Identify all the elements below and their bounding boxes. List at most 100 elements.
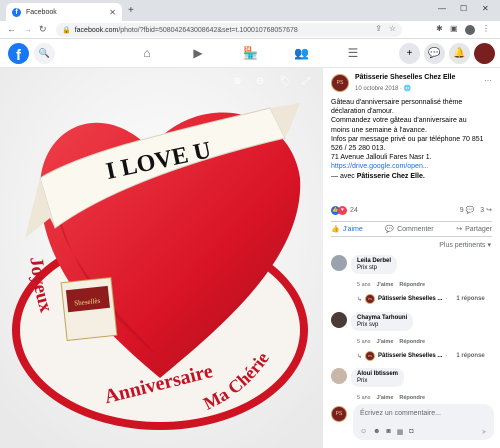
groups-icon[interactable]: 👥 (294, 46, 309, 60)
with-page-link[interactable]: Pâtisserie Chez Elle. (357, 173, 425, 180)
menu-icon[interactable]: ☰ (346, 46, 360, 60)
composer-avatar[interactable]: PS (331, 406, 347, 422)
browser-menu-icon[interactable]: ⋮ (482, 24, 490, 33)
maximize-button[interactable]: ☐ (460, 4, 467, 13)
comment-reply-link[interactable]: Répondre (399, 339, 425, 345)
reply-preview[interactable]: ↳ PS Pâtisserie Sheselles ... · 1 répons… (357, 294, 485, 304)
minimize-button[interactable]: — (438, 4, 446, 13)
profile-avatar-icon[interactable] (474, 43, 495, 64)
share-icon: ↪ (456, 226, 463, 233)
tab-close-icon[interactable]: ✕ (109, 8, 116, 17)
profile-avatar[interactable] (465, 25, 475, 35)
comment-placeholder: Écrivez un commentaire... (360, 410, 441, 417)
browser-tab[interactable]: f Facebook ✕ (6, 3, 122, 21)
composer-tools: ☺ ☻ ◙ ▦ ◘ (360, 428, 414, 436)
create-plus-icon[interactable]: + (399, 43, 420, 64)
messenger-icon[interactable]: 💬 (424, 43, 445, 64)
browser-tab-strip: f Facebook ✕ + — ☐ ✕ (0, 0, 500, 21)
fullscreen-icon[interactable]: ⤢ (302, 76, 310, 87)
url-path: /photo/?fbid=508042643008642&set=t.10001… (118, 26, 298, 34)
close-window-button[interactable]: ✕ (482, 4, 489, 13)
new-tab-button[interactable]: + (128, 5, 134, 16)
globe-icon: 🌐 (403, 86, 412, 92)
zoom-in-icon[interactable]: ⊕ (233, 76, 241, 87)
home-icon[interactable]: ⌂ (140, 46, 154, 60)
comment-count-icon: 💬 (465, 207, 475, 214)
comment-button[interactable]: 💬 Commenter (385, 225, 433, 234)
page-avatar[interactable]: PS (331, 74, 349, 92)
post-panel: PS Pâtisserie Sheselles Chez Elle 10 oct… (323, 68, 500, 448)
post-line: Gâteau d'anniversaire personnalisé thème (331, 99, 463, 106)
comment-like-link[interactable]: J'aime (376, 339, 393, 345)
commenter-avatar[interactable] (331, 255, 347, 271)
reply-count: 1 réponse (456, 296, 485, 302)
share-count[interactable]: 3 ↪ (480, 206, 492, 214)
comment-meta: 5 ans J'aime Répondre (357, 339, 425, 345)
comment-count[interactable]: 9 💬 (460, 206, 475, 214)
commenter-avatar[interactable] (331, 312, 347, 328)
reply-author: Pâtisserie Sheselles ... (378, 296, 443, 302)
reply-count: 1 réponse (456, 353, 485, 359)
comment-text: Prix stp (357, 265, 378, 271)
comment-text: Prix (357, 378, 368, 384)
back-arrow-icon[interactable]: ← (7, 24, 16, 34)
video-icon[interactable]: ▶ (191, 46, 205, 60)
comment-like-link[interactable]: J'aime (376, 395, 393, 401)
sticker-icon[interactable]: ☺ (360, 428, 367, 436)
reload-icon[interactable]: ↻ (39, 24, 47, 35)
extensions-icon[interactable]: ✱ (436, 24, 443, 33)
reply-arrow-icon: ↳ (357, 296, 363, 303)
search-icon[interactable]: 🔍 (34, 43, 55, 64)
reply-author: Pâtisserie Sheselles ... (378, 353, 443, 359)
emoji-icon[interactable]: ☻ (373, 428, 380, 436)
page-name[interactable]: Pâtisserie Sheselles Chez Elle (355, 74, 455, 81)
comment-input[interactable]: Écrivez un commentaire... ☺ ☻ ◙ ▦ ◘ ➤ (353, 404, 494, 440)
camera-icon[interactable]: ◙ (387, 428, 391, 436)
comment-time[interactable]: 5 ans (357, 339, 370, 345)
more-options-icon[interactable]: ··· (484, 76, 492, 85)
comment-text: Prix svp (357, 322, 379, 328)
comment-time[interactable]: 5 ans (357, 282, 370, 288)
commenter-name[interactable]: Aloui Ibtissem (357, 371, 398, 377)
comment-reply-link[interactable]: Répondre (399, 395, 425, 401)
lock-icon[interactable]: 🔒 (62, 26, 71, 34)
tag-icon[interactable]: 🏷 (279, 76, 292, 87)
reply-preview[interactable]: ↳ PS Pâtisserie Sheselles ... · 1 répons… (357, 351, 485, 361)
side-panel-icon[interactable]: ▣ (450, 24, 458, 33)
browser-toolbar: ← → ↻ 🔒 facebook.com/photo/?fbid=5080426… (0, 21, 500, 39)
share-page-icon[interactable]: ⇪ (375, 24, 382, 33)
commenter-name[interactable]: Leila Derbel (357, 258, 391, 264)
tab-title: Facebook (26, 8, 57, 16)
comment-sort-dropdown[interactable]: Plus pertinents ▾ (439, 241, 491, 249)
avatar-sticker-icon[interactable]: ◘ (409, 428, 413, 436)
address-bar[interactable]: 🔒 facebook.com/photo/?fbid=5080426430086… (56, 23, 402, 37)
commenter-name[interactable]: Chayma Tarhouni (357, 315, 407, 321)
reactions-summary[interactable]: 👍 ♥ 24 (331, 205, 358, 215)
reply-dot: · (445, 353, 448, 359)
comment-bubble: Aloui Ibtissem Prix (351, 368, 405, 387)
photo-viewer[interactable]: I LOVE U Shesellès Joyeux Anniversaire M… (0, 68, 323, 448)
reply-avatar: PS (365, 351, 376, 361)
notifications-bell-icon[interactable]: 🔔 (449, 43, 470, 64)
facebook-favicon-icon: f (12, 7, 21, 17)
bookmark-star-icon[interactable]: ☆ (389, 24, 396, 33)
send-icon[interactable]: ➤ (481, 428, 487, 436)
marketplace-icon[interactable]: 🏪 (243, 46, 258, 60)
post-line: Infos par message privé ou par téléphone… (331, 135, 484, 143)
share-button[interactable]: ↪ Partager (456, 225, 492, 234)
zoom-out-icon[interactable]: ⊖ (256, 76, 264, 87)
gif-icon[interactable]: ▦ (397, 428, 404, 436)
comment-reply-link[interactable]: Répondre (399, 282, 425, 288)
post-line: Commandez votre gâteau d'anniversaire au (331, 117, 467, 125)
like-button[interactable]: 👍 J'aime (331, 225, 363, 234)
comment-like-link[interactable]: J'aime (376, 282, 393, 288)
comment-time[interactable]: 5 ans (357, 395, 370, 401)
forward-arrow-icon[interactable]: → (23, 24, 32, 34)
post-date[interactable]: 10 octobre 2018 · 🌐 (355, 85, 411, 92)
facebook-logo[interactable]: f (8, 43, 29, 64)
drive-link[interactable]: https://drive.google.com/open... (331, 163, 429, 170)
comment-bubble: Chayma Tarhouni Prix svp (351, 312, 414, 331)
commenter-avatar[interactable] (331, 368, 347, 384)
thumbs-up-icon: 👍 (331, 226, 340, 233)
comment-icon: 💬 (385, 226, 395, 233)
